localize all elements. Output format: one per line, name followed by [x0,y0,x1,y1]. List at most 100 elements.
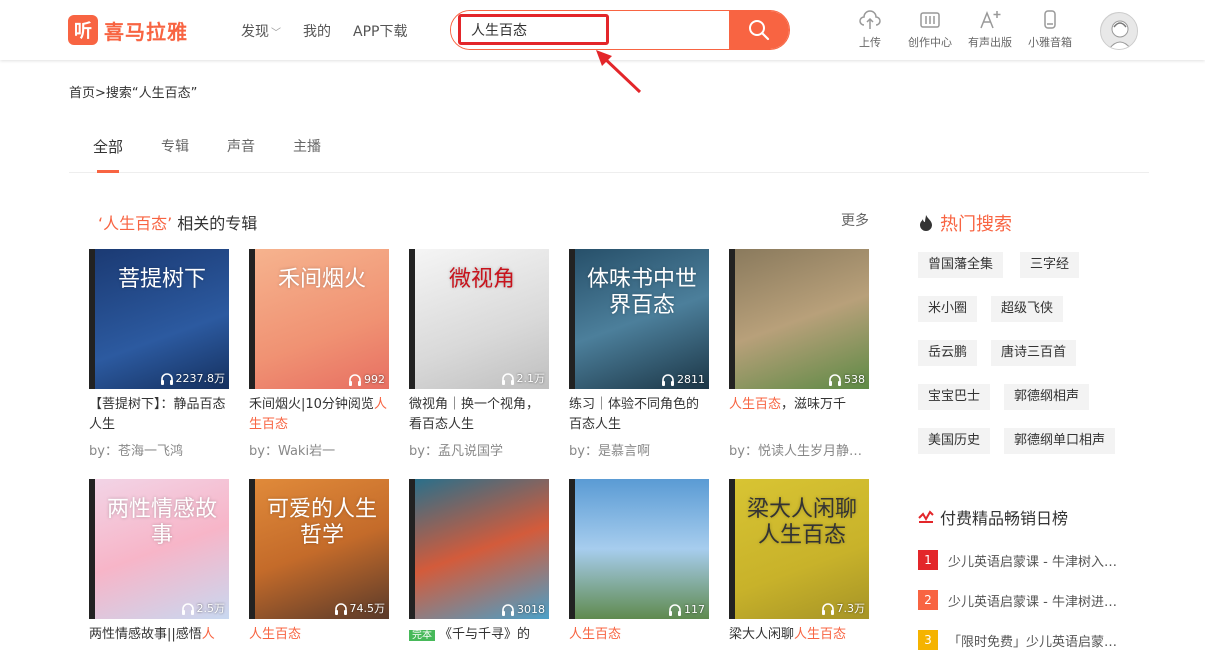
album-card[interactable]: 3018 完本 《千与千寻》的 [409,479,551,665]
album-title-text: 微视角｜换一个视角，看百态人生 [409,397,540,432]
rank-number: 2 [918,590,938,610]
album-cover[interactable]: 微视角 2.1万 [409,249,549,389]
tab-all[interactable]: 全部 [93,136,123,173]
album-card[interactable]: 538 人生百态，滋味万千 by：悦读人生岁月静… [729,249,871,459]
album-card[interactable]: 体味书中世界百态 2811 练习｜体验不同角色的百态人生 by：是慕言啊 [569,249,711,459]
nav-discover[interactable]: 发现 ﹀ [241,21,281,41]
album-cover[interactable]: 两性情感故事 2.5万 [89,479,229,619]
album-cover[interactable]: 禾间烟火 992 [249,249,389,389]
play-count-value: 3018 [517,603,545,616]
hot-search-tag[interactable]: 米小圈 [918,296,978,322]
search-button[interactable] [729,11,789,49]
cover-text: 菩提树下 [117,267,206,292]
rank-item[interactable]: 3 「限时免费」少儿英语启蒙… [918,630,1117,650]
creator-center-button[interactable]: 创作中心 [900,10,960,50]
album-title[interactable]: 梁大人闲聊人生百态 [729,625,871,665]
section-suffix: 相关的专辑 [177,214,258,233]
album-card[interactable]: 117 人生百态 [569,479,711,665]
headphones-icon [829,374,841,386]
album-title[interactable]: 人生百态 [569,625,711,665]
album-cover[interactable]: 梁大人闲聊人生百态 7.3万 [729,479,869,619]
upload-button[interactable]: 上传 [840,10,900,50]
audio-publish-button[interactable]: 有声出版 [960,10,1020,50]
rank-item[interactable]: 1 少儿英语启蒙课 - 牛津树入… [918,550,1117,570]
album-cover[interactable]: 3018 [409,479,549,619]
album-cover[interactable]: 117 [569,479,709,619]
rank-item[interactable]: 2 少儿英语启蒙课 - 牛津树进… [918,590,1117,610]
album-title-text: 《千与千寻》的 [439,627,531,642]
hot-search-tag[interactable]: 美国历史 [918,428,991,454]
album-title[interactable]: 练习｜体验不同角色的百态人生 [569,395,711,435]
hot-search-tag[interactable]: 宝宝巴士 [918,384,991,410]
rank-title-label: 付费精品畅销日榜 [940,509,1069,528]
rank-item-title: 「限时免费」少儿英语启蒙… [948,634,1118,650]
hot-search-tag[interactable]: 郭德纲相声 [1004,384,1090,410]
album-card[interactable]: 梁大人闲聊人生百态 7.3万梁大人闲聊人生百态 [729,479,871,665]
xiaoya-speaker-button[interactable]: 小雅音箱 [1020,10,1080,50]
album-author[interactable]: by：是慕言啊 [569,440,711,459]
album-card[interactable]: 可爱的人生哲学 74.5万人生百态 [249,479,391,665]
hot-search-tag[interactable]: 岳云鹏 [918,340,978,366]
logo[interactable]: 听 喜马拉雅 [68,15,188,45]
play-count-value: 2.5万 [196,602,226,615]
album-cover[interactable]: 538 [729,249,869,389]
album-card[interactable]: 微视角 2.1万微视角｜换一个视角，看百态人生 by：孟凡说国学 [409,249,551,459]
nav-mine[interactable]: 我的 [303,21,331,41]
cover-text: 可爱的人生哲学 [266,497,377,548]
album-title-keyword: 人 [201,627,215,642]
play-count-value: 117 [684,603,705,616]
headphones-icon [349,374,361,386]
album-cover[interactable]: 可爱的人生哲学 74.5万 [249,479,389,619]
album-card[interactable]: 禾间烟火 992 禾间烟火|10分钟阅览人生百态 by：Waki岩一 [249,249,391,459]
tab-sounds[interactable]: 声音 [227,136,255,173]
tab-albums[interactable]: 专辑 [161,136,189,173]
play-count-value: 74.5万 [349,602,386,615]
album-author[interactable]: by：悦读人生岁月静… [729,440,871,459]
album-author[interactable]: by：Waki岩一 [249,440,391,459]
mixer-icon [920,12,940,28]
search-input[interactable] [451,11,729,49]
album-title-keyword: 人生百态 [729,397,782,412]
breadcrumb[interactable]: 首页>搜索“人生百态” [69,82,197,101]
play-count: 2237.8万 [160,370,225,386]
rank-chart-icon [918,510,934,523]
album-title-text: 【菩提树下】：静品百态人生 [89,397,226,432]
album-cover[interactable]: 菩提树下 2237.8万 [89,249,229,389]
search-bar [450,10,790,50]
album-card[interactable]: 两性情感故事 2.5万两性情感故事||感悟人 [89,479,231,665]
play-count: 74.5万 [334,600,386,616]
play-count: 2.1万 [501,370,545,386]
nav-app-download[interactable]: APP下载 [353,21,407,41]
album-title[interactable]: 微视角｜换一个视角，看百态人生 [409,395,551,435]
album-author[interactable]: by：孟凡说国学 [409,440,551,459]
album-card[interactable]: 菩提树下 2237.8万【菩提树下】：静品百态人生 by：苍海一飞鸿 [89,249,231,459]
play-count: 2.5万 [181,600,226,616]
album-title[interactable]: 禾间烟火|10分钟阅览人生百态 [249,395,391,435]
hot-search-tag[interactable]: 郭德纲单口相声 [1004,428,1116,454]
avatar[interactable] [1100,12,1138,50]
album-title[interactable]: 完本 《千与千寻》的 [409,625,551,665]
headphones-icon [662,374,674,386]
hot-search-tag[interactable]: 超级飞侠 [991,296,1064,322]
creator-center-label: 创作中心 [908,36,952,49]
album-title[interactable]: 人生百态，滋味万千 [729,395,871,435]
more-link[interactable]: 更多 [841,210,869,230]
font-plus-icon [980,10,1001,29]
hot-search-label: 热门搜索 [940,214,1012,235]
rank-number: 1 [918,550,938,570]
search-icon [749,20,770,41]
hot-search-tag[interactable]: 三字经 [1020,252,1080,278]
tab-anchors[interactable]: 主播 [293,136,321,173]
album-title[interactable]: 【菩提树下】：静品百态人生 [89,395,231,435]
speaker-icon [1044,10,1056,29]
play-count: 3018 [501,603,545,616]
headphones-icon [501,372,514,385]
hot-search-tag[interactable]: 唐诗三百首 [991,340,1077,366]
headphones-icon [160,372,173,385]
album-cover[interactable]: 体味书中世界百态 2811 [569,249,709,389]
album-title[interactable]: 人生百态 [249,625,391,665]
play-count-value: 992 [364,373,385,386]
hot-search-tag[interactable]: 曾国藩全集 [918,252,1004,278]
album-author[interactable]: by：苍海一飞鸿 [89,440,231,459]
album-title[interactable]: 两性情感故事||感悟人 [89,625,231,665]
